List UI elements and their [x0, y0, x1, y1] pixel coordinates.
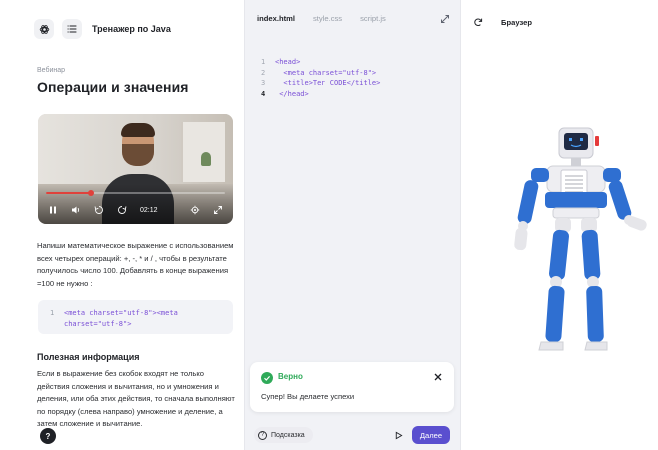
video-progress-handle[interactable]: [87, 190, 94, 196]
browser-title: Браузер: [501, 17, 532, 27]
info-text: Если в выражение без скобок входят не то…: [37, 369, 235, 429]
logo-button[interactable]: [34, 19, 54, 39]
hint-button[interactable]: ? Подсказка: [254, 427, 313, 443]
video-player[interactable]: 02:12: [38, 114, 233, 224]
menu-button[interactable]: [62, 19, 82, 39]
app-title: Тренажер по Java: [92, 24, 171, 34]
success-toast: Верно Супер! Вы делаете успехи: [250, 362, 454, 412]
code-line: 4 </head>: [261, 89, 380, 100]
help-button[interactable]: ?: [40, 428, 56, 444]
rewind-10-button[interactable]: [92, 203, 106, 217]
editor-action-bar: ? Подсказка Далее: [250, 424, 454, 446]
browser-panel: Браузер: [460, 0, 658, 450]
tab-style-css[interactable]: style.css: [313, 10, 342, 27]
list-icon: [67, 25, 77, 33]
run-button[interactable]: [390, 427, 406, 443]
code-editor[interactable]: 1 <head> 2 <meta charset="utf-8"> 3 <tit…: [261, 57, 380, 99]
fullscreen-icon: [214, 206, 222, 214]
line-number: 1: [261, 58, 266, 66]
toast-message: Супер! Вы делаете успехи: [261, 392, 355, 401]
task-description: Напиши математическое выражение с исполь…: [37, 241, 234, 288]
reload-icon[interactable]: [473, 17, 483, 27]
next-button[interactable]: Далее: [412, 426, 450, 444]
browser-header: Браузер: [473, 17, 532, 27]
openai-logo-icon: [39, 24, 49, 34]
code-text: <meta charset="utf-8">: [275, 68, 377, 77]
line-number-current: 4: [261, 89, 266, 98]
settings-button[interactable]: [188, 203, 202, 217]
info-title: Полезная информация: [37, 352, 140, 362]
code-text: <head>: [275, 58, 301, 66]
volume-button[interactable]: [69, 203, 83, 217]
code-line: 3 <title>Тег CODE</title>: [261, 78, 380, 89]
question-icon: ?: [258, 430, 267, 440]
pause-button[interactable]: [46, 203, 60, 217]
pause-icon: [50, 206, 56, 214]
video-progress-fill: [46, 192, 91, 194]
check-icon: [261, 372, 273, 384]
expand-icon[interactable]: [440, 14, 450, 24]
play-icon: [395, 431, 403, 439]
video-time: 02:12: [140, 206, 158, 214]
robot-illustration: [514, 127, 647, 351]
lesson-title: Операции и значения: [37, 79, 189, 95]
hint-label: Подсказка: [271, 431, 305, 439]
code-line: 1 <head>: [261, 57, 380, 68]
forward-10-button[interactable]: [115, 203, 129, 217]
lesson-overline: Вебинар: [37, 67, 66, 74]
forward-icon: [118, 206, 127, 214]
lesson-panel: Тренажер по Java Вебинар Операции и знач…: [0, 0, 244, 450]
volume-icon: [72, 206, 80, 214]
gear-icon: [190, 205, 200, 215]
code-line: 2 <meta charset="utf-8">: [261, 68, 380, 79]
tab-index-html[interactable]: index.html: [257, 10, 295, 27]
close-icon[interactable]: [432, 371, 444, 383]
fullscreen-button[interactable]: [211, 203, 225, 217]
tab-script-js[interactable]: script.js: [360, 10, 386, 27]
line-number: 3: [261, 79, 266, 88]
rewind-icon: [94, 206, 103, 214]
code-line-number: 1: [50, 309, 55, 317]
line-number: 2: [261, 68, 266, 77]
code-text: </head>: [275, 89, 309, 98]
code-text: <title>Тег CODE</title>: [275, 79, 381, 88]
code-snippet-text: <meta charset="utf-8"><meta charset="utf…: [64, 309, 178, 328]
video-plant: [201, 152, 211, 166]
video-controls: 02:12: [46, 203, 225, 217]
lesson-topbar: Тренажер по Java: [34, 18, 171, 40]
task-code-snippet: 1 <meta charset="utf-8"><meta charset="u…: [38, 300, 233, 334]
video-presenter-hair: [121, 123, 155, 137]
editor-tabs: index.html style.css script.js: [245, 0, 461, 36]
toast-title: Верно: [278, 372, 303, 381]
video-progress-bar[interactable]: [46, 190, 225, 196]
